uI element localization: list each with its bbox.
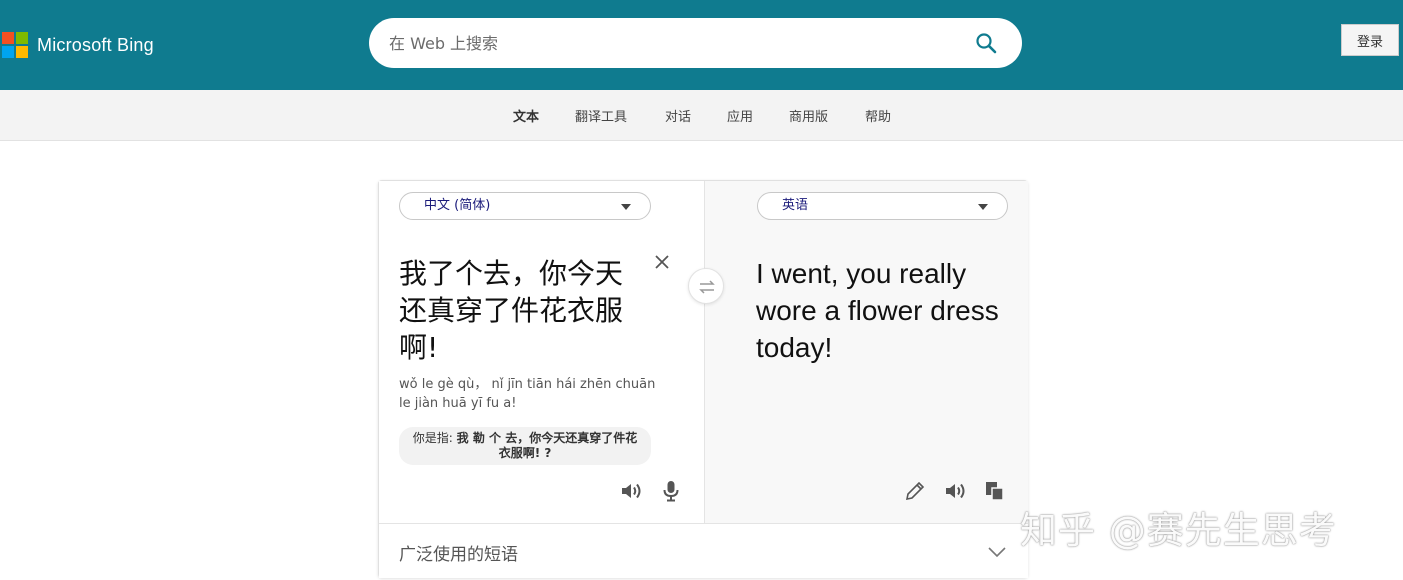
target-pane: 英语 I went, you really wore a flower dres…	[704, 181, 1028, 523]
microphone-icon[interactable]	[659, 479, 683, 503]
nav-tab-translator-tools[interactable]: 翻译工具	[575, 106, 627, 125]
common-phrases-expander[interactable]: 广泛使用的短语	[379, 523, 1028, 578]
speaker-icon[interactable]	[943, 479, 967, 503]
search-box	[369, 18, 1022, 68]
brand-name: Microsoft Bing	[37, 34, 154, 55]
nav-tab-business[interactable]: 商用版	[789, 106, 828, 125]
swap-icon	[699, 280, 715, 294]
translated-text: I went, you really wore a flower dress t…	[756, 258, 999, 363]
search-icon[interactable]	[974, 31, 998, 55]
speaker-icon[interactable]	[619, 479, 643, 503]
suggestion-link[interactable]: 我 勒 个 去，你今天还真穿了件花衣服啊! ?	[457, 431, 638, 460]
pencil-icon[interactable]	[903, 479, 927, 503]
source-language-label: 中文 (简体)	[424, 198, 491, 213]
watermark-text: 知乎 @赛先生思考	[1020, 509, 1337, 552]
nav-tab-help[interactable]: 帮助	[865, 106, 891, 125]
chevron-down-icon	[621, 204, 631, 210]
target-language-label: 英语	[782, 198, 809, 213]
common-phrases-label: 广泛使用的短语	[399, 545, 518, 565]
source-pane: 中文 (简体) 我了个去，你今天还真穿了件花衣服啊! wǒ le gè qù， …	[379, 181, 704, 523]
close-icon[interactable]	[653, 253, 671, 271]
suggestion-prefix: 你是指:	[412, 431, 453, 445]
source-text-input[interactable]: 我了个去，你今天还真穿了件花衣服啊!	[399, 255, 639, 366]
nav-tab-apps[interactable]: 应用	[727, 106, 753, 125]
chevron-down-icon	[978, 204, 988, 210]
target-language-select[interactable]: 英语	[757, 192, 1008, 220]
search-input[interactable]	[389, 31, 949, 55]
bing-logo[interactable]: Microsoft Bing	[2, 32, 154, 58]
source-language-select[interactable]: 中文 (简体)	[399, 192, 651, 220]
nav-tab-conversation[interactable]: 对话	[665, 106, 691, 125]
nav-tab-text[interactable]: 文本	[513, 106, 539, 125]
microsoft-logo-icon	[2, 32, 28, 58]
translator-card: 中文 (简体) 我了个去，你今天还真穿了件花衣服啊! wǒ le gè qù， …	[378, 180, 1028, 578]
translator-nav: 文本 翻译工具 对话 应用 商用版 帮助	[0, 90, 1403, 141]
pinyin-text: wǒ le gè qù， nǐ jīn tiān hái zhēn chuān …	[399, 377, 656, 411]
header-bar: Microsoft Bing 登录	[0, 0, 1403, 90]
swap-languages-button[interactable]	[688, 268, 724, 304]
login-button[interactable]: 登录	[1341, 24, 1399, 56]
did-you-mean-suggestion: 你是指: 我 勒 个 去，你今天还真穿了件花衣服啊! ?	[399, 427, 651, 465]
chevron-down-icon	[988, 547, 1006, 558]
copy-icon[interactable]	[983, 479, 1007, 503]
